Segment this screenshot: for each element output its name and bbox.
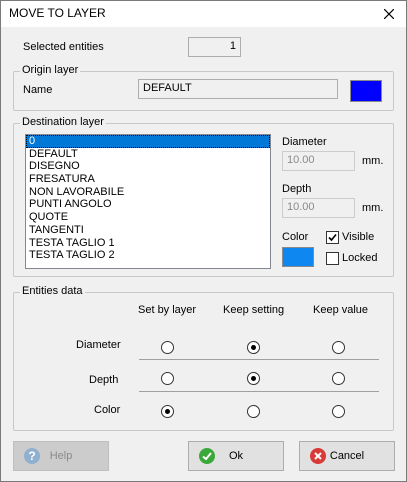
ok-button[interactable]: Ok: [188, 441, 284, 471]
diameter-field[interactable]: 10.00: [282, 151, 355, 171]
layer-list-item[interactable]: DISEGNO: [26, 160, 270, 173]
origin-name-field: DEFAULT: [138, 79, 338, 99]
help-button-label: Help: [49, 450, 73, 462]
close-icon: [384, 9, 394, 19]
visible-label: Visible: [342, 231, 375, 243]
locked-label: Locked: [342, 252, 378, 264]
depth-set-by-layer-radio[interactable]: [161, 372, 174, 385]
depth-unit: mm.: [362, 202, 384, 214]
diameter-keep-value-radio[interactable]: [332, 341, 345, 354]
row-divider: [139, 391, 379, 392]
window-title: MOVE TO LAYER: [9, 6, 106, 20]
title-bar: MOVE TO LAYER: [1, 1, 406, 27]
color-keep-value-radio[interactable]: [332, 405, 345, 418]
layer-list-item[interactable]: 0: [26, 135, 270, 148]
depth-keep-value-radio[interactable]: [332, 372, 345, 385]
layer-listbox[interactable]: 0 DEFAULT DISEGNO FRESATURA NON LAVORABILE PU…: [25, 134, 271, 269]
color-keep-setting-radio[interactable]: [247, 405, 260, 418]
selected-entities-count: 1: [188, 37, 241, 57]
help-button[interactable]: ? Help: [13, 441, 109, 471]
column-header-keep-value: Keep value: [313, 304, 369, 316]
cancel-button-label: Cancel: [329, 450, 365, 462]
column-header-set-by-layer: Set by layer: [138, 304, 197, 316]
move-to-layer-dialog: MOVE TO LAYER Selected entities 1 Origin…: [0, 0, 407, 482]
entities-data-title: Entities data: [20, 285, 85, 297]
origin-name-label: Name: [23, 84, 53, 96]
layer-list-item[interactable]: TANGENTI: [26, 224, 270, 237]
row-divider: [139, 359, 379, 360]
selected-entities-label: Selected entities: [23, 41, 104, 53]
layer-list-item[interactable]: QUOTE: [26, 211, 270, 224]
destination-color-swatch[interactable]: [282, 247, 314, 267]
cancel-button[interactable]: Cancel: [299, 441, 395, 471]
diameter-label: Diameter: [282, 136, 327, 148]
column-header-keep-setting: Keep setting: [223, 304, 285, 316]
diameter-set-by-layer-radio[interactable]: [161, 341, 174, 354]
row-label-color: Color: [94, 404, 121, 416]
destination-layer-title: Destination layer: [20, 116, 106, 128]
origin-layer-title: Origin layer: [20, 64, 81, 76]
depth-label: Depth: [282, 183, 312, 195]
layer-list-item[interactable]: FRESATURA: [26, 173, 270, 186]
color-set-by-layer-radio[interactable]: [161, 405, 174, 418]
origin-color-swatch: [350, 80, 382, 102]
visible-checkbox[interactable]: [326, 231, 339, 244]
diameter-keep-setting-radio[interactable]: [247, 341, 260, 354]
check-icon: [328, 233, 337, 242]
row-label-depth: Depth: [89, 374, 119, 386]
layer-list-item[interactable]: PUNTI ANGOLO: [26, 198, 270, 211]
diameter-unit: mm.: [362, 155, 384, 167]
layer-list-item[interactable]: NON LAVORABILE: [26, 186, 270, 199]
row-label-diameter: Diameter: [76, 339, 121, 351]
layer-list-item[interactable]: TESTA TAGLIO 1: [26, 237, 270, 250]
ok-button-label: Ok: [228, 450, 244, 462]
locked-checkbox[interactable]: [326, 252, 339, 265]
layer-list-item[interactable]: DEFAULT: [26, 148, 270, 161]
close-button[interactable]: [372, 1, 406, 27]
depth-field[interactable]: 10.00: [282, 198, 355, 218]
layer-list-item[interactable]: TESTA TAGLIO 2: [26, 249, 270, 262]
color-label: Color: [282, 231, 309, 243]
depth-keep-setting-radio[interactable]: [247, 372, 260, 385]
